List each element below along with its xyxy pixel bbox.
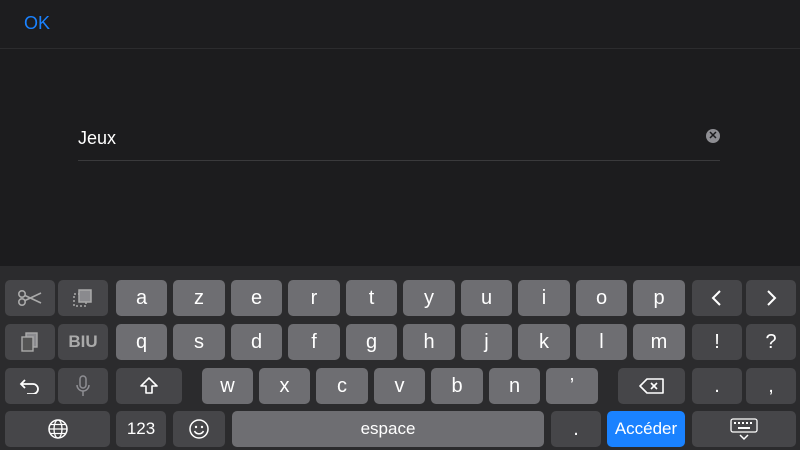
key-period[interactable]: . — [692, 368, 742, 404]
microphone-icon[interactable] — [58, 368, 108, 404]
paste-icon[interactable] — [5, 324, 55, 360]
key-comma[interactable]: , — [746, 368, 796, 404]
key-j[interactable]: j — [461, 324, 512, 360]
key-s[interactable]: s — [173, 324, 225, 360]
key-o[interactable]: o — [576, 280, 627, 316]
undo-icon[interactable] — [5, 368, 55, 404]
key-period-bottom[interactable]: . — [551, 411, 601, 447]
key-c[interactable]: c — [316, 368, 368, 404]
key-n[interactable]: n — [489, 368, 540, 404]
key-f[interactable]: f — [288, 324, 340, 360]
format-button[interactable]: BIU — [58, 324, 108, 360]
arrow-left-icon[interactable] — [692, 280, 742, 316]
key-a[interactable]: a — [116, 280, 167, 316]
arrow-right-icon[interactable] — [746, 280, 796, 316]
keyboard: a z e r t y u i o p BIU q s d f g h j k … — [0, 266, 800, 450]
key-d[interactable]: d — [231, 324, 282, 360]
key-h[interactable]: h — [403, 324, 455, 360]
key-l[interactable]: l — [576, 324, 627, 360]
top-bar: OK — [0, 0, 800, 49]
copy-icon[interactable] — [58, 280, 108, 316]
key-r[interactable]: r — [288, 280, 340, 316]
key-exclamation[interactable]: ! — [692, 324, 742, 360]
cut-icon[interactable] — [5, 280, 55, 316]
key-y[interactable]: y — [403, 280, 455, 316]
key-apostrophe[interactable]: ’ — [546, 368, 598, 404]
globe-icon[interactable] — [5, 411, 110, 447]
key-i[interactable]: i — [518, 280, 570, 316]
key-k[interactable]: k — [518, 324, 570, 360]
key-g[interactable]: g — [346, 324, 397, 360]
keyboard-hide-icon[interactable] — [692, 411, 796, 447]
key-question[interactable]: ? — [746, 324, 796, 360]
key-x[interactable]: x — [259, 368, 310, 404]
emoji-icon[interactable] — [173, 411, 225, 447]
key-t[interactable]: t — [346, 280, 397, 316]
key-z[interactable]: z — [173, 280, 225, 316]
key-b[interactable]: b — [431, 368, 483, 404]
shift-icon[interactable] — [116, 368, 182, 404]
search-input-text[interactable]: Jeux — [78, 128, 116, 149]
key-m[interactable]: m — [633, 324, 685, 360]
key-w[interactable]: w — [202, 368, 253, 404]
space-bar[interactable]: espace — [232, 411, 544, 447]
go-button[interactable]: Accéder — [607, 411, 685, 447]
key-u[interactable]: u — [461, 280, 512, 316]
clear-icon[interactable]: ✕ — [706, 129, 720, 143]
backspace-icon[interactable] — [618, 368, 685, 404]
key-p[interactable]: p — [633, 280, 685, 316]
key-q[interactable]: q — [116, 324, 167, 360]
search-field[interactable]: Jeux ✕ — [78, 120, 720, 161]
ok-button[interactable]: OK — [24, 13, 50, 34]
key-e[interactable]: e — [231, 280, 282, 316]
numbers-key[interactable]: 123 — [116, 411, 166, 447]
key-v[interactable]: v — [374, 368, 425, 404]
